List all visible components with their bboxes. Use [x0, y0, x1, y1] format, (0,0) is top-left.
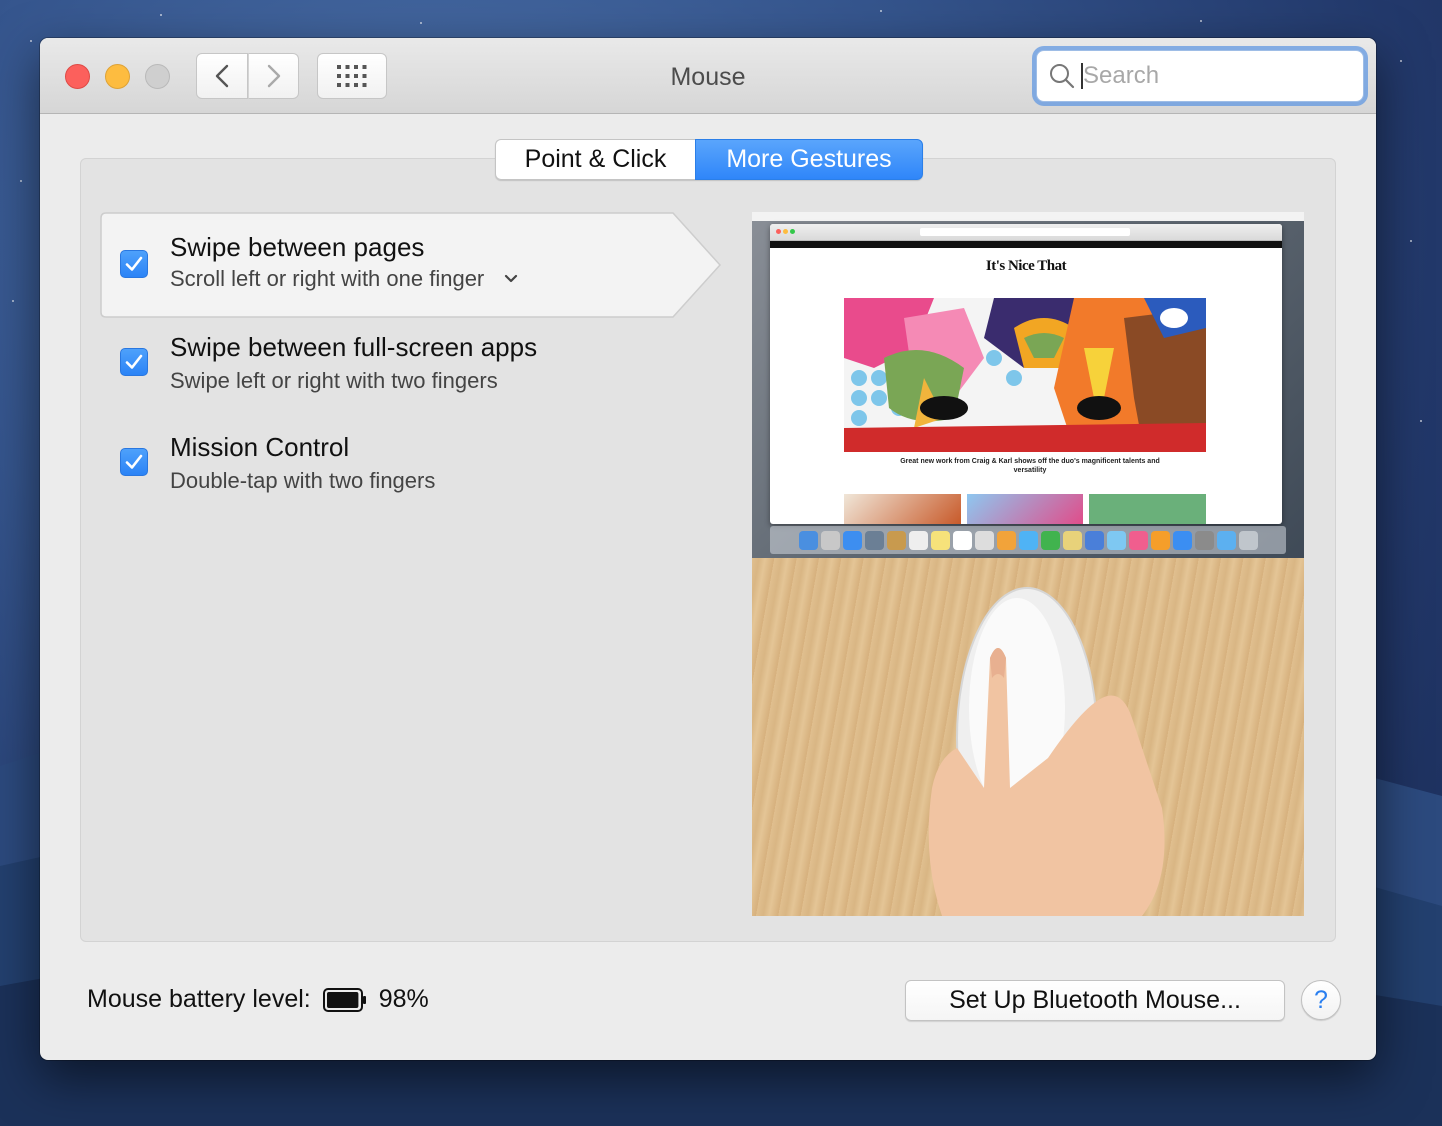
gesture-item-swipe-pages[interactable]: Swipe between pages Scroll left or right… — [100, 212, 722, 318]
setup-bluetooth-mouse-button[interactable]: Set Up Bluetooth Mouse... — [905, 980, 1285, 1021]
gesture-title: Swipe between full-screen apps — [170, 332, 538, 362]
help-button[interactable]: ? — [1301, 980, 1341, 1020]
search-icon — [1050, 64, 1075, 89]
selection-highlight — [100, 212, 722, 318]
preview-desk — [752, 558, 1304, 916]
checkbox-mission-control[interactable] — [120, 448, 148, 476]
gesture-title: Mission Control — [170, 432, 350, 462]
preview-screen: It's Nice That Great new work from Craig… — [752, 212, 1304, 558]
gesture-title: Swipe between pages — [170, 232, 425, 262]
battery-percent: 98% — [378, 985, 429, 1013]
preferences-window: Mouse Point & Click More Gestures Swipe … — [40, 38, 1376, 1060]
gesture-item-mission-control[interactable]: Mission Control Double-tap with two fing… — [100, 414, 720, 520]
checkbox-swipe-pages[interactable] — [120, 250, 148, 278]
tab-point-and-click[interactable]: Point & Click — [495, 139, 695, 180]
checkmark-icon — [125, 454, 143, 469]
gesture-subtitle: Scroll left or right with one finger — [170, 266, 485, 291]
search-input[interactable] — [1083, 62, 1333, 90]
preview-dock — [770, 526, 1286, 554]
gesture-preview-video: It's Nice That Great new work from Craig… — [752, 212, 1304, 916]
checkmark-icon — [125, 354, 143, 369]
gesture-subtitle: Swipe left or right with two fingers — [170, 368, 498, 393]
preview-browser: It's Nice That Great new work from Craig… — [770, 224, 1282, 524]
preview-caption: Great new work from Craig & Karl shows o… — [900, 458, 1160, 474]
gesture-item-swipe-apps[interactable]: Swipe between full-screen apps Swipe lef… — [100, 314, 720, 420]
tab-bar: Point & Click More Gestures — [495, 139, 923, 180]
chevron-down-icon — [505, 274, 518, 283]
battery-icon — [322, 987, 366, 1012]
battery-status: Mouse battery level: 98% — [87, 985, 429, 1014]
title-bar: Mouse — [40, 38, 1376, 114]
battery-label: Mouse battery level: — [87, 985, 311, 1013]
gesture-option-dropdown[interactable]: Scroll left or right with one finger — [170, 266, 518, 292]
preview-site-logo: It's Nice That — [985, 258, 1067, 274]
preview-menubar — [752, 212, 1304, 221]
checkmark-icon — [125, 256, 143, 271]
tab-more-gestures[interactable]: More Gestures — [695, 139, 923, 180]
gesture-subtitle: Double-tap with two fingers — [170, 468, 436, 493]
checkbox-swipe-apps[interactable] — [120, 348, 148, 376]
preview-artwork — [844, 298, 1206, 452]
search-field[interactable] — [1036, 50, 1364, 102]
